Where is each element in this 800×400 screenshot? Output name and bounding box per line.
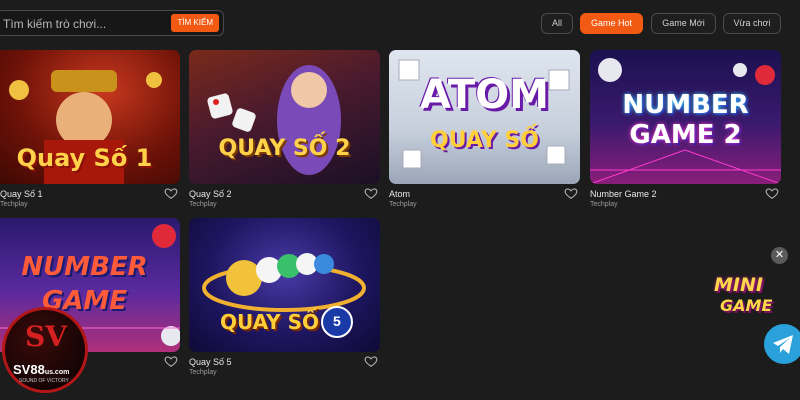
game-title: Quay Số 1 — [0, 189, 43, 199]
game-provider: Techplay — [189, 201, 217, 208]
search-bar[interactable]: Tìm kiếm trò chơi... TÌM KIẾM — [0, 10, 224, 36]
game-art-subtitle: QUAY SỐ — [430, 128, 539, 153]
game-art-number: 5 — [333, 313, 341, 329]
game-card-quay-so-1[interactable]: Quay Số 1 Quay Số 1 Techplay — [0, 50, 180, 208]
game-thumbnail[interactable]: QUAY SỐ 2 — [189, 50, 380, 184]
game-card-quay-so-2[interactable]: QUAY SỐ 2 Quay Số 2 Techplay — [189, 50, 380, 208]
game-card-number-game-2[interactable]: NUMBER GAME 2 Number Game 2 Techplay — [590, 50, 781, 208]
heart-icon[interactable] — [164, 354, 178, 368]
game-art-title: QUAY SỐ — [219, 310, 320, 334]
mini-game-widget[interactable]: MINI GAME — [710, 262, 790, 324]
game-thumbnail[interactable]: ATOM QUAY SỐ — [389, 50, 580, 184]
sv88-logo[interactable]: SV SV88us.com SOUND OF VICTORY — [2, 307, 88, 393]
game-thumbnail[interactable]: QUAY SỐ 5 — [189, 218, 380, 352]
game-card-quay-so-5[interactable]: QUAY SỐ 5 Quay Số 5 Techplay — [189, 218, 380, 376]
filter-vua-choi[interactable]: Vừa chơi — [723, 13, 781, 34]
game-art-subtitle: GAME 2 — [629, 120, 742, 150]
game-provider: Techplay — [590, 201, 618, 208]
game-art-title: NUMBER — [21, 252, 148, 282]
game-title: Quay Số 2 — [189, 189, 232, 199]
filter-game-hot[interactable]: Game Hot — [580, 13, 643, 34]
game-thumbnail[interactable]: NUMBER GAME 2 — [590, 50, 781, 184]
filter-all[interactable]: All — [541, 13, 573, 34]
logo-mark: SV — [25, 320, 67, 353]
dice-girl-art — [207, 65, 341, 175]
filter-game-moi[interactable]: Game Mới — [651, 13, 716, 34]
heart-icon[interactable] — [164, 186, 178, 200]
heart-icon[interactable] — [765, 186, 779, 200]
game-provider: Techplay — [389, 201, 417, 208]
game-card-atom[interactable]: ATOM QUAY SỐ Atom Techplay — [389, 50, 580, 208]
search-input[interactable]: Tìm kiếm trò chơi... — [3, 17, 106, 31]
telegram-button[interactable] — [764, 324, 800, 364]
game-art-title: QUAY SỐ 2 — [218, 136, 351, 161]
game-art-title: ATOM — [420, 72, 549, 118]
heart-icon[interactable] — [364, 186, 378, 200]
game-art-title: NUMBER — [622, 90, 749, 120]
telegram-icon — [773, 335, 793, 354]
game-art-title: Quay Số 1 — [16, 144, 153, 172]
mini-game-label-2: GAME — [720, 296, 773, 315]
heart-icon[interactable] — [564, 186, 578, 200]
heart-icon[interactable] — [364, 354, 378, 368]
game-provider: Techplay — [189, 369, 217, 376]
game-title: Quay Số 5 — [189, 357, 232, 367]
game-thumbnail[interactable]: Quay Số 1 — [0, 50, 180, 184]
logo-brand: SV88us.com — [13, 362, 70, 377]
logo-slogan: SOUND OF VICTORY — [19, 378, 69, 384]
mini-game-label: MINI — [714, 274, 763, 296]
search-button[interactable]: TÌM KIẾM — [171, 14, 219, 32]
game-title: Atom — [389, 189, 411, 199]
game-title: Number Game 2 — [590, 189, 657, 199]
game-provider: Techplay — [0, 201, 28, 208]
